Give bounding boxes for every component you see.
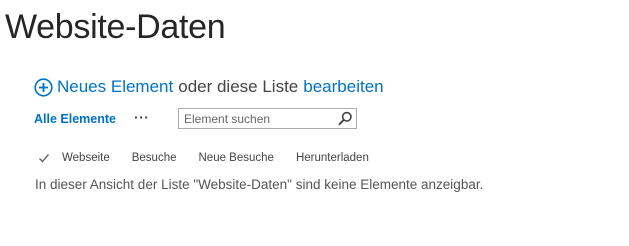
add-circle-icon[interactable]	[34, 77, 53, 97]
column-header-webseite[interactable]: Webseite	[62, 152, 110, 164]
edit-list-link[interactable]: bearbeiten	[303, 77, 383, 97]
more-views-button[interactable]: ···	[134, 110, 150, 126]
new-item-link[interactable]: Neues Element	[57, 77, 173, 97]
column-header-neue-besuche[interactable]: Neue Besuche	[199, 152, 274, 164]
column-header-herunterladen[interactable]: Herunterladen	[296, 152, 369, 164]
or-this-list-text: oder diese Liste	[178, 77, 299, 96]
search-input[interactable]	[184, 110, 334, 127]
all-items-view-link[interactable]: Alle Elemente	[34, 112, 116, 126]
search-box	[178, 108, 357, 129]
column-header-besuche[interactable]: Besuche	[132, 152, 177, 164]
page-title: Website-Daten	[5, 8, 226, 46]
list-header-row: Webseite Besuche Neue Besuche Herunterla…	[38, 149, 391, 167]
view-toolbar: Alle Elemente ···	[34, 107, 149, 131]
select-all-checkmark-icon[interactable]	[38, 152, 50, 164]
empty-list-message: In dieser Ansicht der Liste "Website-Dat…	[35, 177, 484, 192]
new-item-command: Neues Element oder diese Liste bearbeite…	[34, 74, 384, 100]
search-icon[interactable]	[338, 111, 353, 126]
